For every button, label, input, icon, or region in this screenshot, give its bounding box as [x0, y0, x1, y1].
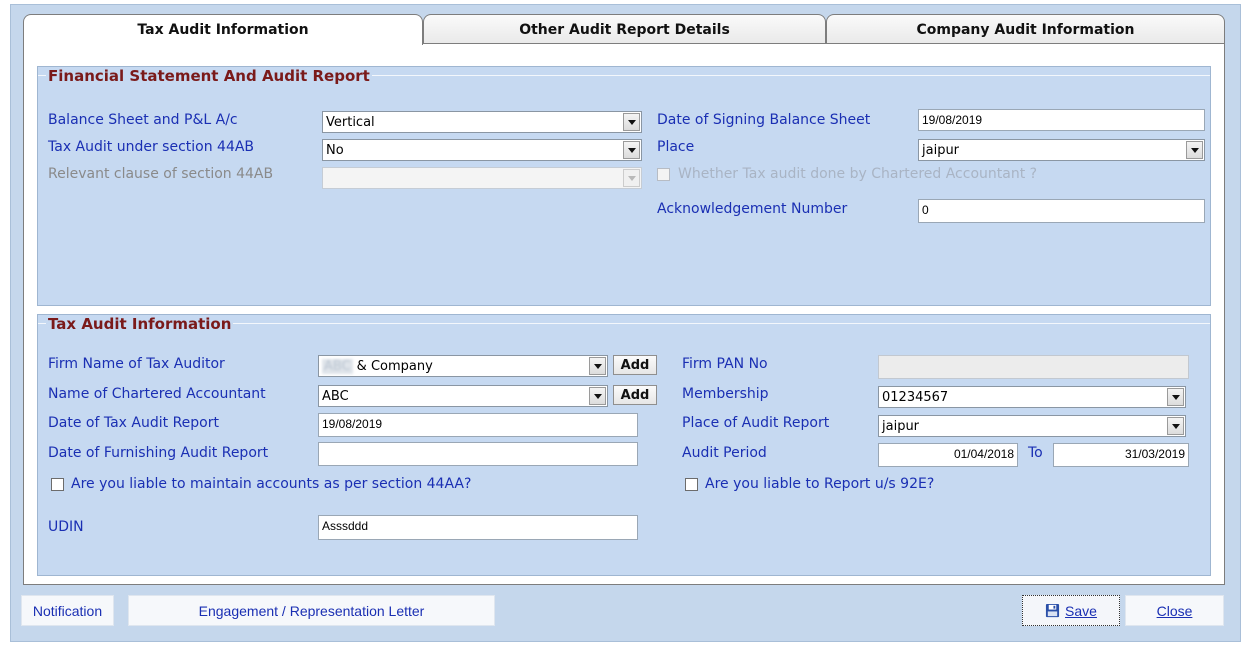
ca-name-label: Name of Chartered Accountant: [48, 386, 266, 402]
select-value: jaipur: [882, 419, 920, 434]
ack-number-label: Acknowledgement Number: [657, 201, 848, 217]
date-furnishing-label: Date of Furnishing Audit Report: [48, 445, 269, 461]
engagement-letter-button[interactable]: Engagement / Representation Letter: [128, 595, 495, 626]
tab-label: Other Audit Report Details: [519, 21, 730, 38]
floppy-disk-icon: [1045, 603, 1060, 618]
group-title: Financial Statement And Audit Report: [46, 67, 372, 85]
udin-field[interactable]: Asssddd: [318, 515, 638, 540]
financial-statement-group: Financial Statement And Audit Report Bal…: [37, 66, 1211, 306]
chevron-down-icon[interactable]: [589, 357, 606, 375]
membership-select[interactable]: 01234567: [878, 386, 1186, 408]
ack-number-field[interactable]: 0: [918, 199, 1205, 223]
select-value: jaipur: [922, 143, 960, 158]
place-label: Place: [657, 139, 695, 155]
udin-label: UDIN: [48, 519, 84, 535]
place-report-select[interactable]: jaipur: [878, 415, 1186, 437]
audit-period-to-field[interactable]: 31/03/2019: [1053, 443, 1189, 467]
relevant-clause-label: Relevant clause of section 44AB: [48, 166, 274, 182]
select-value: ABC: [322, 389, 349, 404]
chevron-down-icon[interactable]: [623, 141, 640, 159]
membership-label: Membership: [682, 386, 769, 402]
chevron-down-icon[interactable]: [1167, 417, 1184, 435]
chevron-down-icon[interactable]: [589, 387, 606, 405]
place-select[interactable]: jaipur: [918, 139, 1205, 161]
button-label: Save: [1065, 602, 1097, 619]
date-signing-field[interactable]: 19/08/2019: [918, 109, 1205, 131]
place-report-label: Place of Audit Report: [682, 415, 830, 431]
tab-panel: Financial Statement And Audit Report Bal…: [23, 43, 1225, 585]
liable-92e-label: Are you liable to Report u/s 92E?: [705, 476, 935, 492]
blurred-firm-prefix: ABC: [322, 359, 353, 374]
button-label: Notification: [32, 602, 103, 619]
group-title: Tax Audit Information: [46, 315, 234, 333]
liable-44aa-checkbox[interactable]: [51, 478, 64, 491]
tab-other-audit-report-details[interactable]: Other Audit Report Details: [423, 14, 826, 44]
audit-period-label: Audit Period: [682, 445, 767, 461]
add-firm-button[interactable]: Add: [613, 355, 657, 375]
ca-name-select[interactable]: ABC: [318, 385, 608, 407]
to-label: To: [1028, 445, 1043, 461]
ca-done-label: Whether Tax audit done by Chartered Acco…: [678, 166, 1038, 182]
firm-name-select[interactable]: ABC & Company: [318, 355, 608, 377]
select-value: 01234567: [882, 390, 949, 405]
close-button[interactable]: Close: [1125, 595, 1224, 626]
tab-company-audit-information[interactable]: Company Audit Information: [826, 14, 1225, 44]
button-label: Engagement / Representation Letter: [198, 602, 425, 619]
tab-label: Company Audit Information: [916, 21, 1135, 38]
select-value: Vertical: [326, 115, 375, 130]
chevron-down-icon[interactable]: [1167, 388, 1184, 406]
balance-sheet-select[interactable]: Vertical: [322, 111, 642, 133]
firm-pan-field[interactable]: [878, 355, 1189, 379]
chevron-down-icon[interactable]: [623, 169, 640, 187]
audit-period-from-field[interactable]: 01/04/2018: [878, 443, 1018, 467]
date-signing-label: Date of Signing Balance Sheet: [657, 112, 871, 128]
ca-done-checkbox[interactable]: [657, 168, 670, 181]
tab-label: Tax Audit Information: [137, 22, 309, 38]
add-ca-button[interactable]: Add: [613, 385, 657, 405]
relevant-clause-select[interactable]: [322, 167, 642, 189]
date-report-field[interactable]: 19/08/2019: [318, 413, 638, 437]
tax-audit-44ab-select[interactable]: No: [322, 139, 642, 161]
select-value: No: [326, 143, 344, 158]
button-label: Close: [1156, 602, 1193, 619]
tax-audit-information-group: Tax Audit Information Firm Name of Tax A…: [37, 314, 1211, 576]
notification-button[interactable]: Notification: [21, 595, 114, 626]
liable-44aa-label: Are you liable to maintain accounts as p…: [71, 476, 472, 492]
date-report-label: Date of Tax Audit Report: [48, 415, 219, 431]
firm-name-label: Firm Name of Tax Auditor: [48, 356, 225, 372]
chevron-down-icon[interactable]: [623, 113, 640, 131]
balance-sheet-label: Balance Sheet and P&L A/c: [48, 112, 238, 128]
liable-92e-checkbox[interactable]: [685, 478, 698, 491]
firm-name-text: & Company: [356, 359, 433, 374]
date-furnishing-field[interactable]: [318, 442, 638, 466]
firm-pan-label: Firm PAN No: [682, 356, 768, 372]
tax-audit-44ab-label: Tax Audit under section 44AB: [48, 139, 255, 155]
chevron-down-icon[interactable]: [1186, 141, 1203, 159]
save-button[interactable]: Save: [1022, 595, 1120, 626]
tab-tax-audit-information[interactable]: Tax Audit Information: [23, 14, 423, 45]
select-value: ABC & Company: [322, 359, 433, 374]
